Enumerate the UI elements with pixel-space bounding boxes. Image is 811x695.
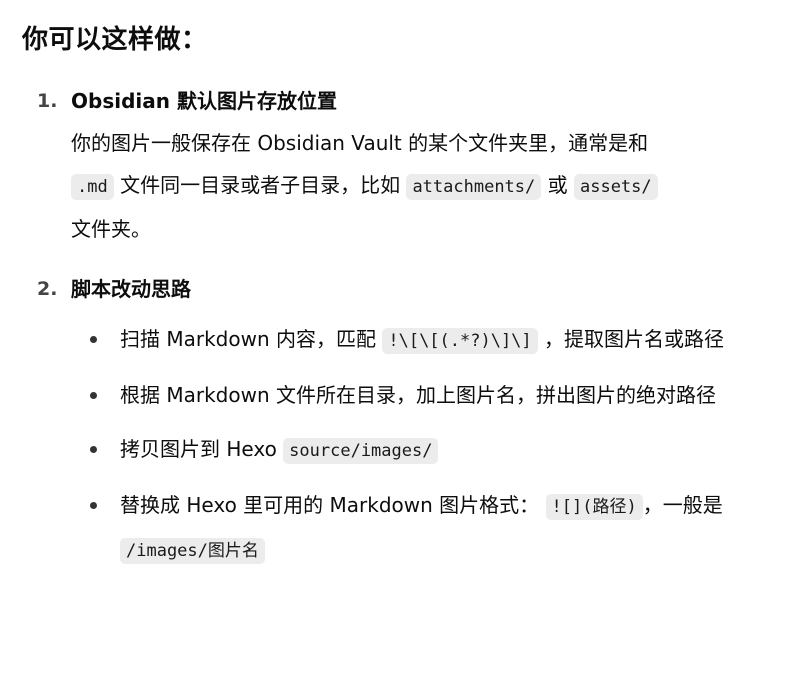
inline-code: !\[\[(.*?)\]\] (382, 328, 538, 354)
list-item: 根据 Markdown 文件所在目录，加上图片名，拼出图片的绝对路径 (71, 374, 792, 416)
bullet-dot-icon (90, 336, 97, 343)
list-item: 扫描 Markdown 内容，匹配 !\[\[(.*?)\]\] ，提取图片名或… (71, 318, 792, 362)
inline-code: assets/ (573, 174, 658, 200)
bullet-dot-icon (90, 502, 97, 509)
list-item: 拷贝图片到 Hexo source/images/ (71, 428, 792, 472)
step-number: 2. (37, 278, 58, 300)
step-description: 你的图片一般保存在 Obsidian Vault 的某个文件夹里，通常是和 .md… (71, 122, 792, 250)
step-item-1: 1. Obsidian 默认图片存放位置 你的图片一般保存在 Obsidian … (22, 80, 792, 250)
inline-code: ![](路径) (545, 494, 643, 520)
step-item-2: 2. 脚本改动思路 扫描 Markdown 内容，匹配 !\[\[(.*?)\]… (22, 268, 792, 572)
bullet-dot-icon (90, 446, 97, 453)
step-number: 1. (37, 90, 58, 112)
inline-code: .md (71, 174, 114, 200)
steps-list: 1. Obsidian 默认图片存放位置 你的图片一般保存在 Obsidian … (22, 80, 792, 572)
bullet-dot-icon (90, 392, 97, 399)
response-content: 你可以这样做： 1. Obsidian 默认图片存放位置 你的图片一般保存在 O… (22, 18, 792, 584)
bullet-list: 扫描 Markdown 内容，匹配 !\[\[(.*?)\]\] ，提取图片名或… (71, 318, 792, 572)
step-title: 脚本改动思路 (71, 277, 191, 301)
inline-code: source/images/ (283, 438, 439, 464)
section-heading: 你可以这样做： (22, 25, 208, 55)
inline-code: /images/图片名 (120, 538, 265, 564)
list-item: 替换成 Hexo 里可用的 Markdown 图片格式： ![](路径) ，一般是… (71, 484, 792, 572)
step-title: Obsidian 默认图片存放位置 (71, 89, 337, 113)
inline-code: attachments/ (406, 174, 542, 200)
